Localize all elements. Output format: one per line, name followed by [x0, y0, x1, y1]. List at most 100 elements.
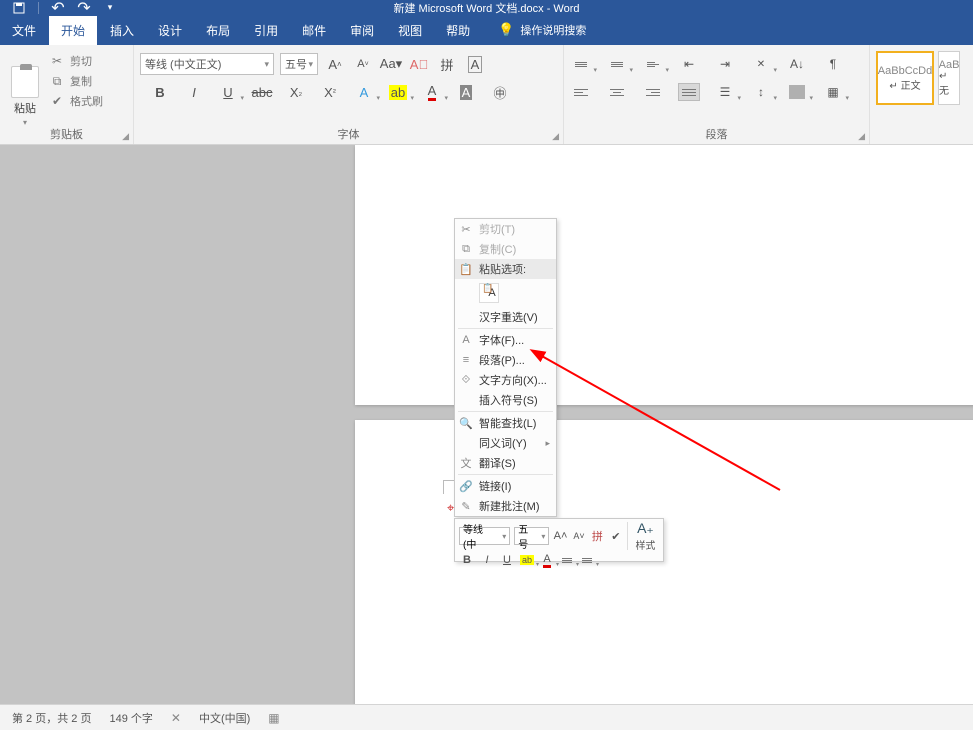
qat-customize-icon[interactable]: ▾: [103, 1, 117, 15]
font-size-combo[interactable]: 五号▾: [280, 53, 318, 75]
mini-font-color[interactable]: A: [539, 552, 555, 568]
ctx-link[interactable]: 🔗链接(I): [455, 476, 556, 496]
mini-underline[interactable]: U: [499, 552, 515, 568]
mini-highlight[interactable]: ab: [519, 552, 535, 568]
style-no-spacing[interactable]: AaB ↵ 无: [938, 51, 960, 105]
ribbon-group-paragraph: ⇤ ⇥ ✕ A↓ ¶ ☰ ↕ ▦ 段落 ◢: [564, 45, 870, 144]
format-painter-button[interactable]: ✔格式刷: [50, 93, 103, 109]
sort-button[interactable]: A↓: [786, 55, 808, 73]
highlight-button[interactable]: ab: [388, 83, 408, 101]
font-dialog-launcher[interactable]: ◢: [552, 131, 559, 142]
chevron-down-icon: ▾: [264, 59, 269, 70]
ctx-hanzi-reselect[interactable]: 汉字重选(V): [455, 307, 556, 327]
show-marks-button[interactable]: ¶: [822, 55, 844, 73]
mini-shrink-font[interactable]: A˅: [572, 528, 586, 544]
mini-format-painter[interactable]: ✔: [609, 528, 623, 544]
font-color-button[interactable]: A: [422, 83, 442, 101]
numbering-button[interactable]: [606, 55, 628, 73]
copy-button[interactable]: ⧉复制: [50, 73, 103, 89]
tab-view[interactable]: 视图: [386, 15, 434, 45]
subscript-button[interactable]: X₂: [286, 83, 306, 101]
mini-styles-button[interactable]: A₊样式: [632, 520, 659, 552]
paste-button[interactable]: 粘贴 ▾: [6, 49, 44, 129]
shrink-font-button[interactable]: A˅: [352, 53, 374, 75]
ctx-synonyms-label: 同义词(Y): [479, 435, 527, 451]
phonetic-guide-button[interactable]: 拼: [436, 53, 458, 75]
line-spacing-button[interactable]: ↕: [750, 83, 772, 101]
justify-button[interactable]: [678, 83, 700, 101]
mini-bold[interactable]: B: [459, 552, 475, 568]
paragraph-dialog-launcher[interactable]: ◢: [858, 131, 865, 142]
grow-font-button[interactable]: A˄: [324, 53, 346, 75]
bullets-button[interactable]: [570, 55, 592, 73]
ctx-translate[interactable]: 文翻译(S): [455, 453, 556, 473]
change-case-button[interactable]: Aa▾: [380, 53, 402, 75]
redo-icon[interactable]: ↷: [77, 1, 91, 15]
clear-formatting-button[interactable]: A⃠: [408, 53, 430, 75]
ctx-font[interactable]: A字体(F)...: [455, 330, 556, 350]
ctx-new-comment[interactable]: ✎新建批注(M): [455, 496, 556, 516]
align-right-button[interactable]: [642, 83, 664, 101]
borders-button[interactable]: ▦: [822, 83, 844, 101]
mini-grow-font[interactable]: A˄: [553, 528, 567, 544]
mini-numbering[interactable]: [579, 552, 595, 568]
align-left-button[interactable]: [570, 83, 592, 101]
tab-design[interactable]: 设计: [146, 15, 194, 45]
text-effects-button[interactable]: A: [354, 83, 374, 101]
tab-references[interactable]: 引用: [242, 15, 290, 45]
asian-layout-button[interactable]: ✕: [750, 55, 772, 73]
tab-layout[interactable]: 布局: [194, 15, 242, 45]
status-page[interactable]: 第 2 页，共 2 页: [12, 710, 91, 726]
paste-keep-text-only[interactable]: 📋A: [479, 283, 499, 303]
mini-font-size-combo[interactable]: 五号▾: [514, 527, 549, 545]
decrease-indent-button[interactable]: ⇤: [678, 55, 700, 73]
multilevel-list-button[interactable]: [642, 55, 664, 73]
ctx-synonyms[interactable]: 同义词(Y)▸: [455, 433, 556, 453]
character-shading-button[interactable]: A: [456, 83, 476, 101]
page-2[interactable]: [355, 420, 973, 704]
mini-phonetic[interactable]: 拼: [590, 528, 604, 544]
cut-button[interactable]: ✂剪切: [50, 53, 103, 69]
shading-button[interactable]: [786, 83, 808, 101]
bold-button[interactable]: B: [150, 83, 170, 101]
tab-home[interactable]: 开始: [48, 15, 98, 45]
undo-icon[interactable]: ↶: [51, 1, 65, 15]
ctx-smart-lookup[interactable]: 🔍智能查找(L): [455, 413, 556, 433]
underline-button[interactable]: U: [218, 83, 238, 101]
status-language[interactable]: 中文(中国): [199, 710, 250, 726]
tab-review[interactable]: 审阅: [338, 15, 386, 45]
clipboard-dialog-launcher[interactable]: ◢: [122, 131, 129, 142]
copy-icon: ⧉: [50, 74, 64, 88]
mini-italic[interactable]: I: [479, 552, 495, 568]
page-1[interactable]: [355, 145, 973, 405]
ctx-paragraph[interactable]: ≡段落(P)...: [455, 350, 556, 370]
tab-insert[interactable]: 插入: [98, 15, 146, 45]
status-spellcheck-icon[interactable]: ✕: [171, 711, 181, 725]
tab-file[interactable]: 文件: [0, 15, 48, 45]
ctx-paste-options-header: 📋粘贴选项:: [455, 259, 556, 279]
tab-mailings[interactable]: 邮件: [290, 15, 338, 45]
superscript-button[interactable]: X²: [320, 83, 340, 101]
ctx-insert-symbol[interactable]: 插入符号(S): [455, 390, 556, 410]
mini-font-name-combo[interactable]: 等线 (中▾: [459, 527, 510, 545]
ctx-text-direction[interactable]: ⟐文字方向(X)...: [455, 370, 556, 390]
tell-me-search[interactable]: 💡 操作说明搜索: [482, 15, 586, 45]
status-macro-icon[interactable]: ▦: [268, 711, 279, 725]
status-word-count[interactable]: 149 个字: [109, 710, 152, 726]
enclose-characters-button[interactable]: ㊥: [490, 83, 510, 101]
italic-button[interactable]: I: [184, 83, 204, 101]
tab-help[interactable]: 帮助: [434, 15, 482, 45]
tell-me-label: 操作说明搜索: [520, 22, 586, 38]
distributed-button[interactable]: ☰: [714, 83, 736, 101]
character-border-button[interactable]: A: [464, 53, 486, 75]
mini-bullets[interactable]: [559, 552, 575, 568]
font-size-value: 五号: [285, 56, 307, 72]
font-name-combo[interactable]: 等线 (中文正文)▾: [140, 53, 274, 75]
strikethrough-button[interactable]: abc: [252, 83, 272, 101]
save-icon[interactable]: [12, 1, 26, 15]
style-normal[interactable]: AaBbCcDd ↵ 正文: [876, 51, 934, 105]
quick-access-toolbar: ↶ ↷ ▾: [0, 1, 117, 15]
increase-indent-button[interactable]: ⇥: [714, 55, 736, 73]
align-center-button[interactable]: [606, 83, 628, 101]
mini-styles-label: 样式: [635, 537, 655, 552]
